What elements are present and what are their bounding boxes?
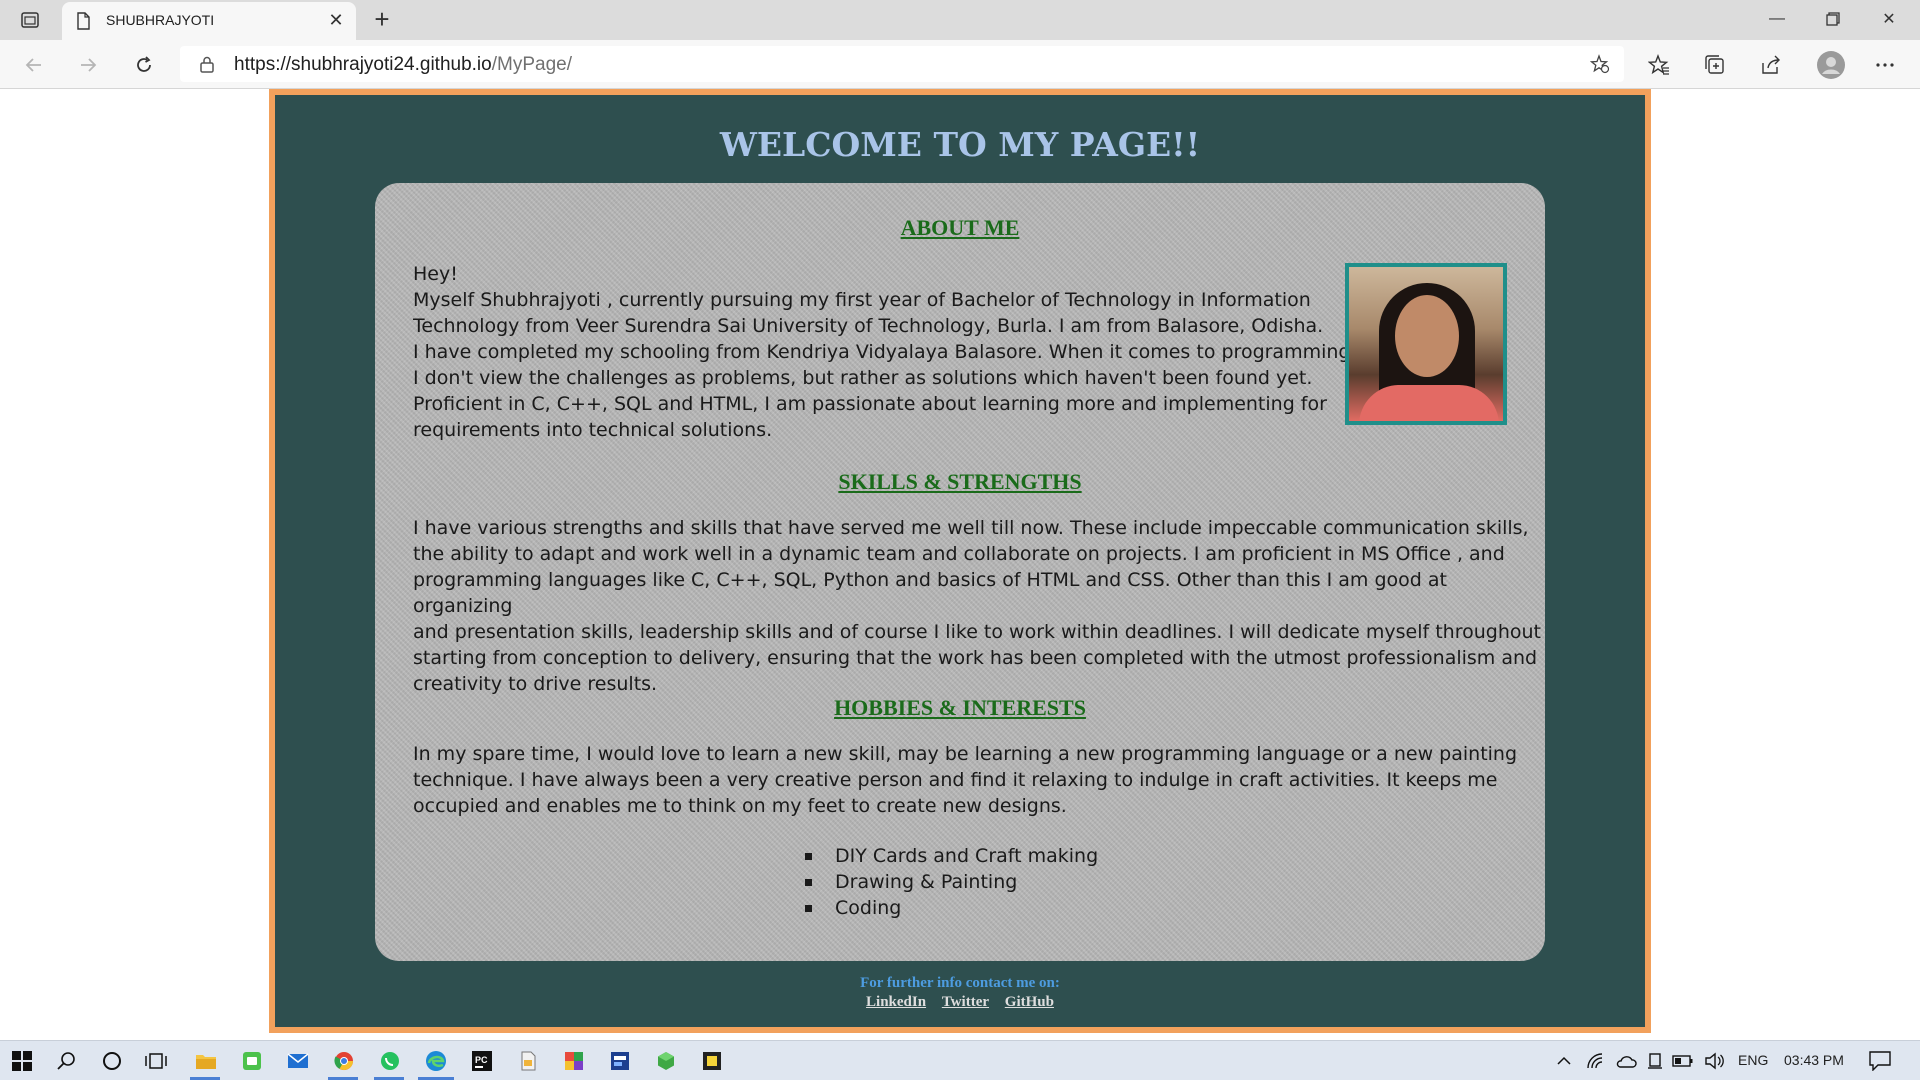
windows-start-icon[interactable] — [10, 1050, 34, 1072]
cortana-icon[interactable] — [100, 1050, 124, 1072]
github-link[interactable]: GitHub — [1005, 994, 1054, 1010]
url-path: /MyPage/ — [491, 54, 572, 75]
language-indicator[interactable]: ENG — [1738, 1052, 1768, 1068]
hobbies-line: In my spare time, I would love to learn … — [413, 743, 1518, 765]
page-viewport: WELCOME TO MY PAGE!! ABOUT ME Hey! Mysel… — [0, 89, 1920, 1033]
list-item: Coding — [805, 895, 1098, 921]
share-icon[interactable] — [1760, 54, 1782, 76]
more-options-icon[interactable] — [1874, 54, 1896, 76]
clock[interactable]: 03:43 PM — [1784, 1052, 1844, 1068]
taskbar: PC ENG 03:43 PM — [0, 1040, 1920, 1080]
battery-icon[interactable] — [1671, 1050, 1695, 1072]
page-container: WELCOME TO MY PAGE!! ABOUT ME Hey! Mysel… — [269, 89, 1651, 1033]
tab-bar: SHUBHRAJYOTI ✕ + — ✕ — [0, 0, 1920, 40]
navigation-bar: https://shubhrajyoti24.github.io/MyPage/ — [0, 40, 1920, 89]
list-item: DIY Cards and Craft making — [805, 843, 1098, 869]
tab-actions-icon[interactable] — [16, 8, 44, 32]
colorful-app-icon[interactable] — [562, 1050, 586, 1072]
task-view-icon[interactable] — [144, 1050, 168, 1072]
close-window-icon[interactable]: ✕ — [1866, 0, 1912, 38]
network-icon[interactable] — [1584, 1050, 1608, 1072]
list-item: Drawing & Painting — [805, 869, 1098, 895]
about-line: Hey! — [413, 263, 458, 285]
about-heading: ABOUT ME — [900, 215, 1020, 240]
tab-close-icon[interactable]: ✕ — [326, 10, 346, 30]
footer-links: LinkedIn Twitter GitHub — [275, 994, 1645, 1011]
volume-icon[interactable] — [1703, 1050, 1727, 1072]
onedrive-icon[interactable] — [1614, 1050, 1638, 1072]
file-app-icon[interactable] — [516, 1050, 540, 1072]
content-card: ABOUT ME Hey! Myself Shubhrajyoti , curr… — [375, 183, 1545, 961]
profile-avatar-icon[interactable] — [1816, 50, 1846, 80]
favorites-icon[interactable] — [1648, 54, 1670, 76]
search-icon[interactable] — [54, 1050, 78, 1072]
green-cube-icon[interactable] — [654, 1050, 678, 1072]
skills-line: the ability to adapt and work well in a … — [413, 543, 1505, 565]
pycharm-icon[interactable]: PC — [470, 1050, 494, 1072]
skills-line: programming languages like C, C++, SQL, … — [413, 569, 1447, 617]
whatsapp-icon[interactable] — [378, 1050, 402, 1072]
skills-heading: SKILLS & STRENGTHS — [838, 469, 1082, 494]
address-bar[interactable]: https://shubhrajyoti24.github.io/MyPage/ — [180, 46, 1624, 82]
minimize-icon[interactable]: — — [1754, 0, 1800, 38]
about-line: Proficient in C, C++, SQL and HTML, I am… — [413, 393, 1327, 415]
skills-line: I have various strengths and skills that… — [413, 517, 1529, 539]
footer-contact-text: For further info contact me on: — [860, 975, 1060, 991]
about-line: Myself Shubhrajyoti , currently pursuing… — [413, 289, 1311, 311]
profile-photo — [1345, 263, 1507, 425]
refresh-icon[interactable] — [128, 49, 160, 81]
forward-icon[interactable] — [72, 49, 104, 81]
skills-text: I have various strengths and skills that… — [413, 515, 1545, 697]
skills-line: starting from conception to delivery, en… — [413, 647, 1538, 669]
skills-line: and presentation skills, leadership skil… — [413, 621, 1541, 643]
collections-icon[interactable] — [1704, 54, 1726, 76]
lock-icon[interactable] — [198, 55, 216, 73]
about-line: Technology from Veer Surendra Sai Univer… — [413, 315, 1324, 337]
restore-icon[interactable] — [1810, 0, 1856, 38]
about-line: I have completed my schooling from Kendr… — [413, 341, 1357, 363]
twitter-link[interactable]: Twitter — [942, 994, 989, 1010]
about-text: Hey! Myself Shubhrajyoti , currently pur… — [413, 261, 1357, 443]
device-icon[interactable] — [1643, 1050, 1667, 1072]
chevron-up-icon[interactable] — [1552, 1050, 1576, 1072]
svg-text:PC: PC — [475, 1055, 488, 1065]
url-text[interactable]: https://shubhrajyoti24.github.io/MyPage/ — [234, 54, 572, 76]
hobbies-line: occupied and enables me to think on my f… — [413, 795, 1067, 817]
green-app-icon[interactable] — [240, 1050, 264, 1072]
linkedin-link[interactable]: LinkedIn — [866, 994, 926, 1010]
about-line: requirements into technical solutions. — [413, 419, 773, 441]
skills-line: creativity to drive results. — [413, 673, 658, 695]
notifications-icon[interactable] — [1868, 1050, 1892, 1072]
new-tab-icon[interactable]: + — [368, 6, 396, 34]
page-title: WELCOME TO MY PAGE!! — [719, 125, 1201, 164]
sticky-notes-icon[interactable] — [700, 1050, 724, 1072]
url-host: https://shubhrajyoti24.github.io — [234, 54, 492, 75]
browser-tab[interactable]: SHUBHRAJYOTI ✕ — [62, 2, 356, 40]
page-icon — [74, 12, 92, 30]
hobbies-heading: HOBBIES & INTERESTS — [834, 695, 1086, 720]
hobbies-list: DIY Cards and Craft making Drawing & Pai… — [805, 843, 1098, 921]
file-explorer-icon[interactable] — [194, 1050, 218, 1072]
blue-app-icon[interactable] — [608, 1050, 632, 1072]
about-line: I don't view the challenges as problems,… — [413, 367, 1313, 389]
edge-icon[interactable] — [424, 1050, 448, 1072]
hobbies-text: In my spare time, I would love to learn … — [413, 741, 1517, 819]
add-favorite-icon[interactable] — [1589, 54, 1610, 74]
chrome-icon[interactable] — [332, 1050, 356, 1072]
mail-icon[interactable] — [286, 1050, 310, 1072]
hobbies-line: technique. I have always been a very cre… — [413, 769, 1498, 791]
tab-title: SHUBHRAJYOTI — [106, 12, 215, 28]
back-icon[interactable] — [18, 49, 50, 81]
